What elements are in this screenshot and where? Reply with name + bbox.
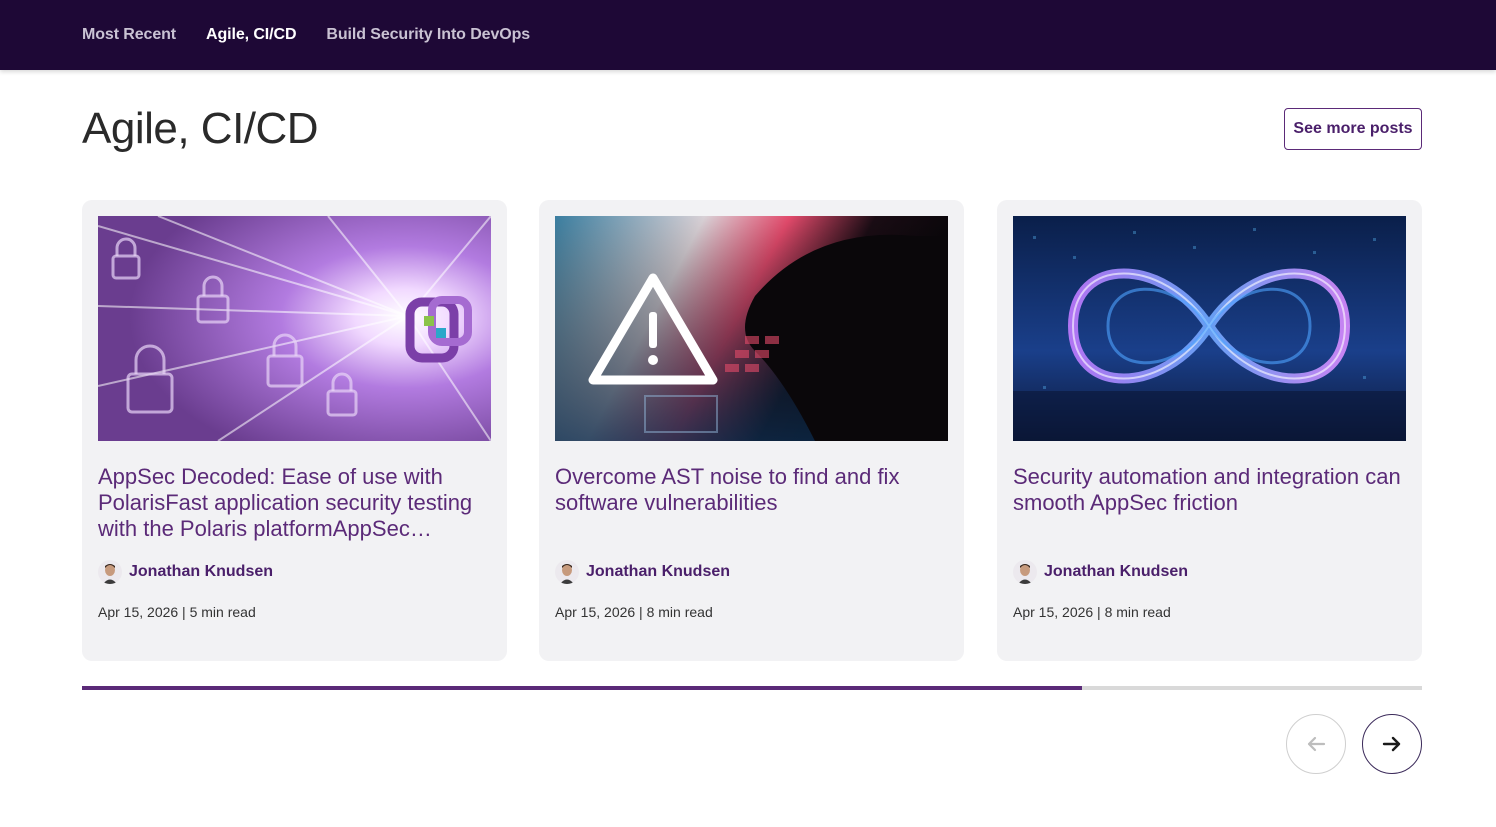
post-author[interactable]: Jonathan Knudsen [555,560,730,584]
arrow-left-icon [1307,736,1326,752]
post-thumbnail-warning[interactable] [555,216,948,441]
tab-build-security-into-devops[interactable]: Build Security Into DevOps [326,26,530,44]
author-avatar [98,560,122,584]
author-name[interactable]: Jonathan Knudsen [1044,563,1188,581]
post-card[interactable]: Security automation and integration can … [997,200,1422,661]
carousel-progress-track [82,686,1422,690]
carousel-next-button[interactable] [1362,714,1422,774]
carousel-progress-fill [82,686,1082,690]
arrow-right-icon [1382,736,1401,752]
author-name[interactable]: Jonathan Knudsen [586,563,730,581]
tab-agile-cicd[interactable]: Agile, CI/CD [206,26,296,44]
post-thumbnail-locks[interactable] [98,216,491,441]
post-meta: Apr 15, 2026 | 5 min read [98,604,256,620]
post-card[interactable]: AppSec Decoded: Ease of use with Polaris… [82,200,507,661]
author-name[interactable]: Jonathan Knudsen [129,563,273,581]
tab-most-recent[interactable]: Most Recent [82,26,176,44]
post-meta: Apr 15, 2026 | 8 min read [555,604,713,620]
page-title: Agile, CI/CD [82,104,319,153]
post-thumbnail-infinity[interactable] [1013,216,1406,441]
post-meta: Apr 15, 2026 | 8 min read [1013,604,1171,620]
top-nav: Most Recent Agile, CI/CD Build Security … [0,0,1496,70]
author-avatar [1013,560,1037,584]
post-author[interactable]: Jonathan Knudsen [98,560,273,584]
post-card[interactable]: Overcome AST noise to find and fix softw… [539,200,964,661]
post-title[interactable]: AppSec Decoded: Ease of use with Polaris… [98,464,493,542]
post-title[interactable]: Security automation and integration can … [1013,464,1408,516]
see-more-posts-button[interactable]: See more posts [1284,108,1422,150]
author-avatar [555,560,579,584]
post-title[interactable]: Overcome AST noise to find and fix softw… [555,464,950,516]
carousel-prev-button[interactable] [1286,714,1346,774]
post-author[interactable]: Jonathan Knudsen [1013,560,1188,584]
